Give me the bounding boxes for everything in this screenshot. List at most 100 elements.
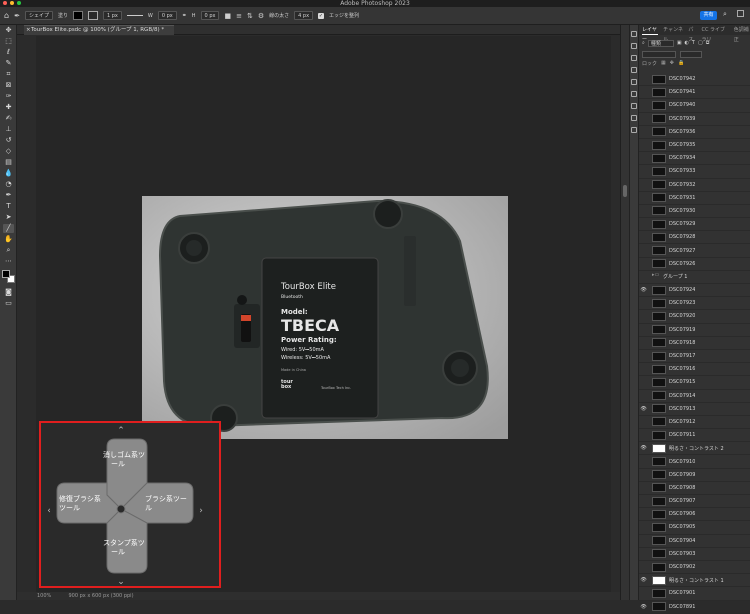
- layer-row[interactable]: DSC07919: [639, 324, 750, 337]
- brush-tool-icon[interactable]: ✍: [3, 114, 14, 123]
- crop-tool-icon[interactable]: ⌗: [3, 70, 14, 79]
- width-input[interactable]: 0 px: [157, 11, 177, 20]
- filter-shape-icon[interactable]: ▢: [698, 40, 703, 46]
- clone-stamp-tool-icon[interactable]: ⊥: [3, 125, 14, 134]
- layer-row[interactable]: DSC07916: [639, 363, 750, 377]
- tab-adjustments[interactable]: 色調補正: [734, 25, 750, 43]
- stroke-style-select[interactable]: [126, 15, 143, 16]
- share-button[interactable]: 共有: [700, 11, 717, 20]
- info-panel-icon[interactable]: [631, 55, 637, 61]
- scrollbar-thumb[interactable]: [623, 185, 627, 197]
- visibility-eye-icon[interactable]: 👁: [639, 287, 648, 293]
- layer-list[interactable]: DSC07942 DSC07941 DSC07940 DSC07939 DSC07936…: [639, 73, 750, 614]
- healing-brush-tool-icon[interactable]: ✚: [3, 103, 14, 112]
- layer-row[interactable]: DSC07931: [639, 192, 750, 205]
- fill-swatch[interactable]: [72, 11, 83, 20]
- paragraph-panel-icon[interactable]: [631, 103, 637, 109]
- line-tool-icon[interactable]: ╱: [3, 224, 14, 233]
- layer-row[interactable]: DSC07923: [639, 297, 750, 311]
- opacity-input[interactable]: [680, 50, 702, 58]
- layer-row[interactable]: 👁 明るさ・コントラスト 1: [639, 574, 750, 588]
- layer-row[interactable]: DSC07933: [639, 165, 750, 179]
- layer-row[interactable]: DSC07904: [639, 535, 750, 548]
- layer-row[interactable]: 👁 DSC07913: [639, 403, 750, 416]
- path-selection-tool-icon[interactable]: ➤: [3, 213, 14, 222]
- blur-tool-icon[interactable]: 💧: [3, 169, 14, 178]
- lock-all-icon[interactable]: 🔒: [678, 60, 684, 68]
- layer-row[interactable]: 👁 DSC07891: [639, 601, 750, 614]
- layer-row[interactable]: DSC07934: [639, 152, 750, 166]
- properties-panel-icon[interactable]: [631, 43, 637, 49]
- lasso-tool-icon[interactable]: ℓ: [3, 48, 14, 57]
- brushes-panel-icon[interactable]: [631, 79, 637, 85]
- layer-row[interactable]: DSC07930: [639, 205, 750, 219]
- document-tab[interactable]: × TourBox Elite.psdc @ 100% (グループ 1, RGB…: [24, 25, 174, 35]
- shape-mode-select[interactable]: シェイプ: [24, 11, 53, 20]
- lock-position-icon[interactable]: ✥: [670, 60, 674, 68]
- layer-kind-select[interactable]: 種類: [647, 39, 674, 47]
- stroke-width-input[interactable]: 1 px: [102, 11, 122, 20]
- layer-row[interactable]: DSC07907: [639, 495, 750, 509]
- history-brush-tool-icon[interactable]: ↺: [3, 136, 14, 145]
- layer-row[interactable]: DSC07932: [639, 179, 750, 192]
- quick-mask-icon[interactable]: ◙: [3, 288, 14, 297]
- layer-row[interactable]: DSC07936: [639, 126, 750, 139]
- layer-row[interactable]: DSC07941: [639, 86, 750, 100]
- layer-row[interactable]: DSC07912: [639, 416, 750, 430]
- layer-row[interactable]: DSC07914: [639, 390, 750, 403]
- eyedropper-tool-icon[interactable]: ✑: [3, 92, 14, 101]
- pen-tool-icon[interactable]: ✒: [14, 12, 20, 20]
- filter-smart-icon[interactable]: ⧉: [706, 40, 710, 46]
- layer-row[interactable]: DSC07902: [639, 561, 750, 575]
- workspace-icon[interactable]: [737, 10, 744, 17]
- path-operations-icon[interactable]: ■: [224, 12, 231, 20]
- actions-panel-icon[interactable]: [631, 127, 637, 133]
- tab-paths[interactable]: パス: [688, 25, 696, 43]
- path-arrangement-icon[interactable]: ⇅: [247, 12, 253, 20]
- marquee-tool-icon[interactable]: ⬚: [3, 37, 14, 46]
- height-input[interactable]: 0 px: [200, 11, 220, 20]
- layer-row[interactable]: DSC07905: [639, 521, 750, 535]
- document-image[interactable]: TourBox Elite Bluetooth Model: TBECA Pow…: [142, 196, 508, 439]
- align-edges-checkbox[interactable]: ✓: [318, 12, 325, 19]
- dodge-tool-icon[interactable]: ◔: [3, 180, 14, 189]
- type-tool-icon[interactable]: T: [3, 202, 14, 211]
- layer-row[interactable]: DSC07910: [639, 455, 750, 469]
- more-tools-icon[interactable]: ⋯: [3, 257, 14, 266]
- character-panel-icon[interactable]: [631, 91, 637, 97]
- path-alignment-icon[interactable]: ≡: [236, 12, 242, 20]
- layer-row[interactable]: DSC07939: [639, 113, 750, 126]
- layer-row[interactable]: 👁 明るさ・コントラスト 2: [639, 442, 750, 456]
- layer-row[interactable]: DSC07940: [639, 99, 750, 113]
- swatches-panel-icon[interactable]: [631, 67, 637, 73]
- layer-row[interactable]: DSC07918: [639, 337, 750, 350]
- layer-row[interactable]: DSC07911: [639, 429, 750, 443]
- filter-adjust-icon[interactable]: ◐: [685, 40, 689, 46]
- layer-row[interactable]: DSC07935: [639, 139, 750, 153]
- tab-channels[interactable]: チャンネル: [663, 25, 683, 43]
- link-icon[interactable]: ⚭: [182, 12, 187, 19]
- home-icon[interactable]: ⌂: [4, 11, 9, 20]
- status-zoom[interactable]: 100%: [37, 593, 51, 599]
- layer-row[interactable]: DSC07915: [639, 376, 750, 390]
- visibility-eye-icon[interactable]: 👁: [639, 604, 648, 610]
- layer-row[interactable]: DSC07908: [639, 482, 750, 495]
- weight-input[interactable]: 4 px: [294, 11, 314, 20]
- foreground-color-swatch[interactable]: [2, 270, 10, 278]
- layer-row[interactable]: 👁 DSC07924: [639, 284, 750, 298]
- layer-row[interactable]: DSC07906: [639, 508, 750, 522]
- move-tool-icon[interactable]: ✥: [3, 26, 14, 35]
- search-icon[interactable]: ⌕: [723, 10, 732, 19]
- quick-select-tool-icon[interactable]: ✎: [3, 59, 14, 68]
- stroke-swatch[interactable]: [87, 11, 98, 20]
- settings-gear-icon[interactable]: ⚙: [258, 12, 264, 20]
- zoom-tool-icon[interactable]: ⌕: [3, 246, 14, 255]
- blend-mode-select[interactable]: [642, 50, 676, 58]
- visibility-eye-icon[interactable]: 👁: [639, 577, 648, 583]
- layer-row[interactable]: DSC07903: [639, 548, 750, 561]
- layer-row[interactable]: ▸▭ グループ 1: [639, 271, 750, 284]
- filter-pixel-icon[interactable]: ▣: [677, 40, 682, 46]
- layer-row[interactable]: DSC07928: [639, 231, 750, 245]
- layer-row[interactable]: DSC07909: [639, 469, 750, 482]
- pen-tool-icon-toolbar[interactable]: ✒: [3, 191, 14, 200]
